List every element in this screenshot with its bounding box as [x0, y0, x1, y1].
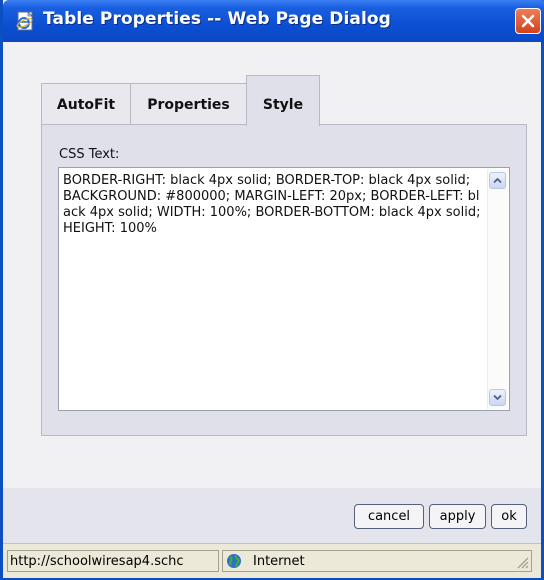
ie-document-icon [16, 11, 33, 31]
apply-button[interactable]: apply [429, 504, 486, 529]
tab-label: Style [262, 97, 304, 113]
tab-style[interactable]: Style [246, 75, 320, 126]
style-panel: CSS Text: BORDER-RIGHT: black 4px solid;… [41, 124, 527, 436]
tab-autofit[interactable]: AutoFit [41, 83, 131, 125]
chevron-down-icon [493, 394, 502, 401]
button-label: cancel [367, 509, 411, 524]
ok-button[interactable]: ok [491, 504, 527, 529]
dialog-content: AutoFit Properties Style CSS Text: BORDE… [3, 42, 541, 488]
chevron-up-icon [493, 177, 502, 184]
vertical-scrollbar[interactable] [487, 169, 508, 409]
button-bar: cancel apply ok [3, 488, 541, 543]
button-label: apply [439, 509, 476, 524]
window-title: Table Properties -- Web Page Dialog [43, 9, 391, 29]
close-button[interactable] [515, 8, 541, 34]
css-text-value[interactable]: BORDER-RIGHT: black 4px solid; BORDER-TO… [63, 173, 481, 237]
scroll-down-button[interactable] [489, 389, 506, 406]
status-url-text: http://schoolwiresap4.schc [10, 554, 184, 569]
tab-properties[interactable]: Properties [130, 83, 247, 125]
tab-label: Properties [147, 97, 230, 113]
status-bar: http://schoolwiresap4.schc Internet [3, 543, 541, 578]
zone-label: Internet [253, 554, 305, 569]
scroll-up-button[interactable] [489, 172, 506, 189]
status-url: http://schoolwiresap4.schc [7, 550, 219, 572]
css-text-label: CSS Text: [59, 147, 120, 162]
title-bar[interactable]: Table Properties -- Web Page Dialog [3, 0, 544, 42]
globe-icon [227, 554, 241, 568]
dialog-window: Table Properties -- Web Page Dialog Auto… [0, 0, 544, 580]
css-text-area[interactable]: BORDER-RIGHT: black 4px solid; BORDER-TO… [58, 167, 510, 411]
resize-grip-icon[interactable] [515, 555, 529, 569]
cancel-button[interactable]: cancel [354, 504, 424, 529]
security-zone[interactable]: Internet [222, 550, 532, 572]
button-label: ok [501, 509, 517, 524]
close-icon [521, 14, 535, 28]
tab-label: AutoFit [56, 97, 116, 113]
